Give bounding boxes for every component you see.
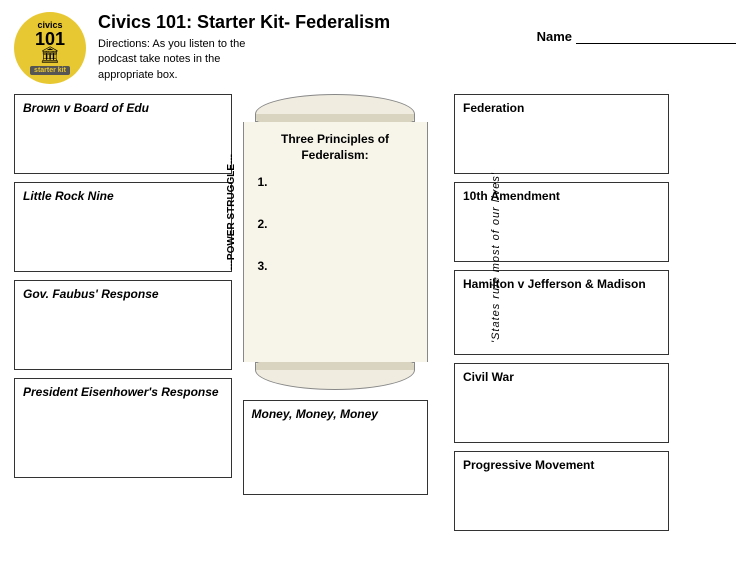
scroll-body: Three Principles of Federalism: 1. 2. 3.	[243, 122, 428, 362]
civil-war-box: Civil War	[454, 363, 669, 443]
gov-faubus-label: Gov. Faubus' Response	[23, 287, 223, 301]
eisenhower-label: President Eisenhower's Response	[23, 385, 223, 399]
money-box-label: Money, Money, Money	[252, 407, 419, 421]
name-field: Name	[537, 28, 736, 44]
left-column: Brown v Board of Edu Little Rock Nine Go…	[14, 94, 232, 578]
logo-starter-text: starter kit	[30, 66, 70, 75]
scroll-item-1-number: 1.	[258, 175, 268, 189]
directions-text: Directions: As you listen to the podcast…	[98, 37, 258, 83]
scroll-top-curl	[255, 94, 415, 122]
little-rock-label: Little Rock Nine	[23, 189, 223, 203]
scroll-item-3: 3.	[258, 259, 413, 273]
name-underline	[576, 28, 736, 44]
header: civics 101 🏛 starter kit Civics 101: Sta…	[0, 0, 750, 90]
states-rule-container: 'States rule most of our lives'	[490, 108, 502, 408]
scroll: Three Principles of Federalism: 1. 2. 3.	[243, 94, 428, 390]
scroll-item-2: 2.	[258, 217, 413, 231]
scroll-bottom-curl	[255, 362, 415, 390]
logo-circle: civics 101 🏛 starter kit	[14, 12, 86, 84]
name-label: Name	[537, 29, 572, 44]
scroll-item-3-number: 3.	[258, 259, 268, 273]
content-area: Brown v Board of Edu Little Rock Nine Go…	[0, 90, 750, 578]
scroll-item-2-number: 2.	[258, 217, 268, 231]
logo-number: 101	[35, 30, 65, 48]
power-struggle-text: ---POWER STRUGGLE---	[226, 154, 237, 270]
hamilton-box: Hamilton v Jefferson & Madison	[454, 270, 669, 355]
little-rock-box: Little Rock Nine	[14, 182, 232, 272]
progressive-box: Progressive Movement	[454, 451, 669, 531]
eisenhower-box: President Eisenhower's Response	[14, 378, 232, 478]
right-column: Federation 10th Amendment Hamilton v Jef…	[454, 94, 669, 578]
power-struggle-label: ---POWER STRUGGLE---	[226, 154, 237, 270]
logo-building-icon: 🏛	[40, 48, 60, 64]
states-rule-text: 'States rule most of our lives'	[490, 173, 502, 344]
header-title-block: Civics 101: Starter Kit- Federalism Dire…	[98, 12, 736, 83]
scroll-item-1: 1.	[258, 175, 413, 189]
progressive-label: Progressive Movement	[463, 458, 660, 472]
gov-faubus-box: Gov. Faubus' Response	[14, 280, 232, 370]
logo: civics 101 🏛 starter kit	[14, 12, 86, 84]
brown-board-label: Brown v Board of Edu	[23, 101, 223, 115]
money-box: Money, Money, Money	[243, 400, 428, 495]
scroll-title: Three Principles of Federalism:	[258, 132, 413, 163]
middle-column: ---POWER STRUGGLE--- Three Principles of…	[240, 94, 430, 578]
brown-board-box: Brown v Board of Edu	[14, 94, 232, 174]
tenth-amendment-box: 10th Amendment	[454, 182, 669, 262]
scroll-title-text: Three Principles of Federalism:	[281, 132, 389, 162]
federation-box: Federation	[454, 94, 669, 174]
